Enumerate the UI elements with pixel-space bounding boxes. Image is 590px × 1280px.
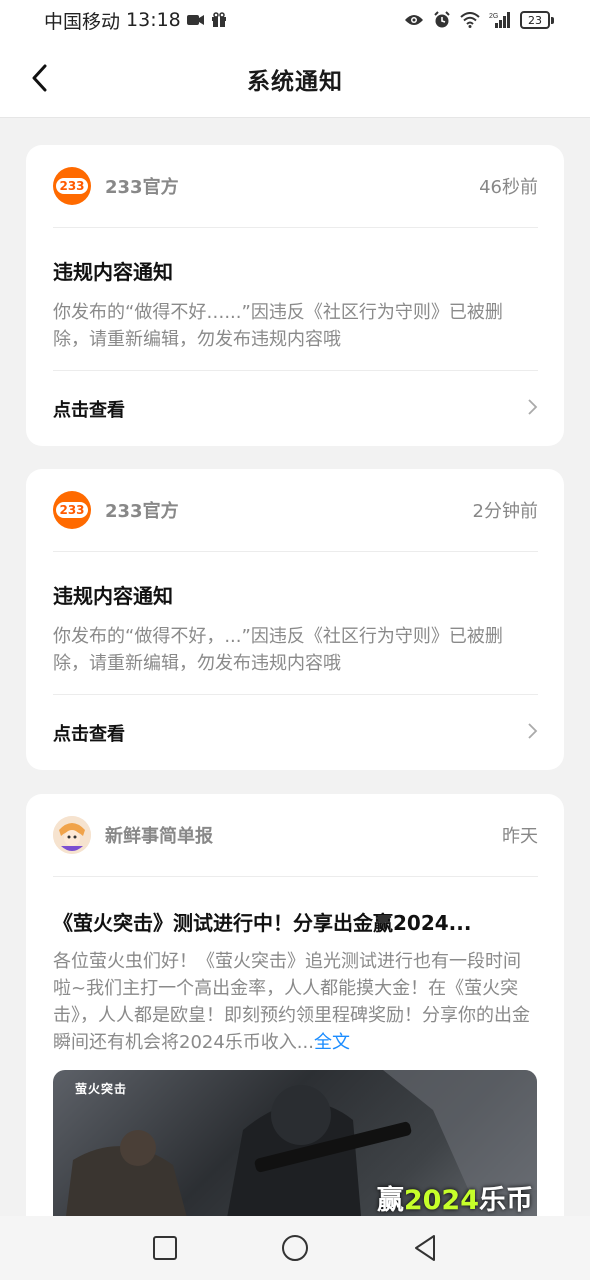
sender-name: 233官方: [105, 501, 179, 522]
card-header: 233 233官方 2分钟前: [53, 469, 538, 552]
view-details-label: 点击查看: [53, 399, 125, 421]
signal-icon: 2G: [489, 11, 511, 29]
eye-icon: [404, 13, 424, 27]
notification-body: 你发布的“做得不好…...”因违反《社区行为守则》已被删除，请重新编辑，勿发布违…: [53, 302, 503, 350]
avatar: 233: [53, 491, 91, 529]
home-icon[interactable]: [275, 1228, 315, 1268]
chevron-right-icon: [526, 398, 538, 420]
card-header: 新鲜事简单报 昨天: [53, 794, 538, 877]
battery-level: 23: [520, 11, 550, 29]
app-header: 系统通知: [0, 40, 590, 118]
view-details-label: 点击查看: [53, 723, 125, 745]
read-more-link[interactable]: 全文: [314, 1032, 350, 1053]
news-title: 《萤火突击》测试进行中！分享出金赢2024...: [53, 911, 472, 935]
page-title: 系统通知: [247, 68, 343, 95]
notification-title: 违规内容通知: [53, 584, 173, 608]
network-type-label: 2G: [489, 13, 498, 20]
banner-prize-text: 赢2024乐币: [376, 1185, 533, 1216]
game-logo: 萤火突击: [75, 1082, 128, 1096]
news-card[interactable]: 新鲜事简单报 昨天 《萤火突击》测试进行中！分享出金赢2024... 各位萤火虫…: [26, 794, 564, 1234]
news-body: 各位萤火虫们好！《萤火突击》追光测试进行也有一段时间啦~我们主打一个高出金率，人…: [53, 951, 530, 1053]
back-arrow-icon[interactable]: [22, 60, 58, 96]
battery-icon: 23: [520, 11, 554, 29]
notification-card[interactable]: 233 233官方 2分钟前 违规内容通知 你发布的“做得不好，...”因违反《…: [26, 469, 564, 770]
avatar: [53, 816, 91, 854]
view-details-row[interactable]: 点击查看: [53, 370, 538, 446]
system-nav-bar: [0, 1216, 590, 1280]
notification-title: 违规内容通知: [53, 260, 173, 284]
timestamp: 46秒前: [479, 177, 538, 198]
notification-body: 你发布的“做得不好，...”因违反《社区行为守则》已被删除，请重新编辑，勿发布违…: [53, 626, 503, 674]
video-icon: [186, 13, 205, 27]
clock: 13:18: [126, 9, 181, 31]
sender-name: 新鲜事简单报: [105, 826, 213, 847]
news-banner-image[interactable]: 萤火突击 赢2024乐币: [53, 1070, 537, 1234]
card-header: 233 233官方 46秒前: [53, 145, 538, 228]
timestamp: 2分钟前: [472, 501, 538, 522]
timestamp: 昨天: [502, 826, 538, 847]
wifi-icon: [460, 12, 480, 28]
view-details-row[interactable]: 点击查看: [53, 694, 538, 770]
recent-apps-icon[interactable]: [145, 1228, 185, 1268]
back-icon[interactable]: [405, 1228, 445, 1268]
carrier-label: 中国移动: [44, 10, 121, 33]
alarm-icon: [433, 11, 451, 29]
status-bar: 中国移动 13:18 2G 23: [0, 0, 590, 40]
gift-icon: [211, 12, 227, 28]
chevron-right-icon: [526, 722, 538, 744]
notification-card[interactable]: 233 233官方 46秒前 违规内容通知 你发布的“做得不好…...”因违反《…: [26, 145, 564, 446]
sender-name: 233官方: [105, 177, 179, 198]
avatar: 233: [53, 167, 91, 205]
